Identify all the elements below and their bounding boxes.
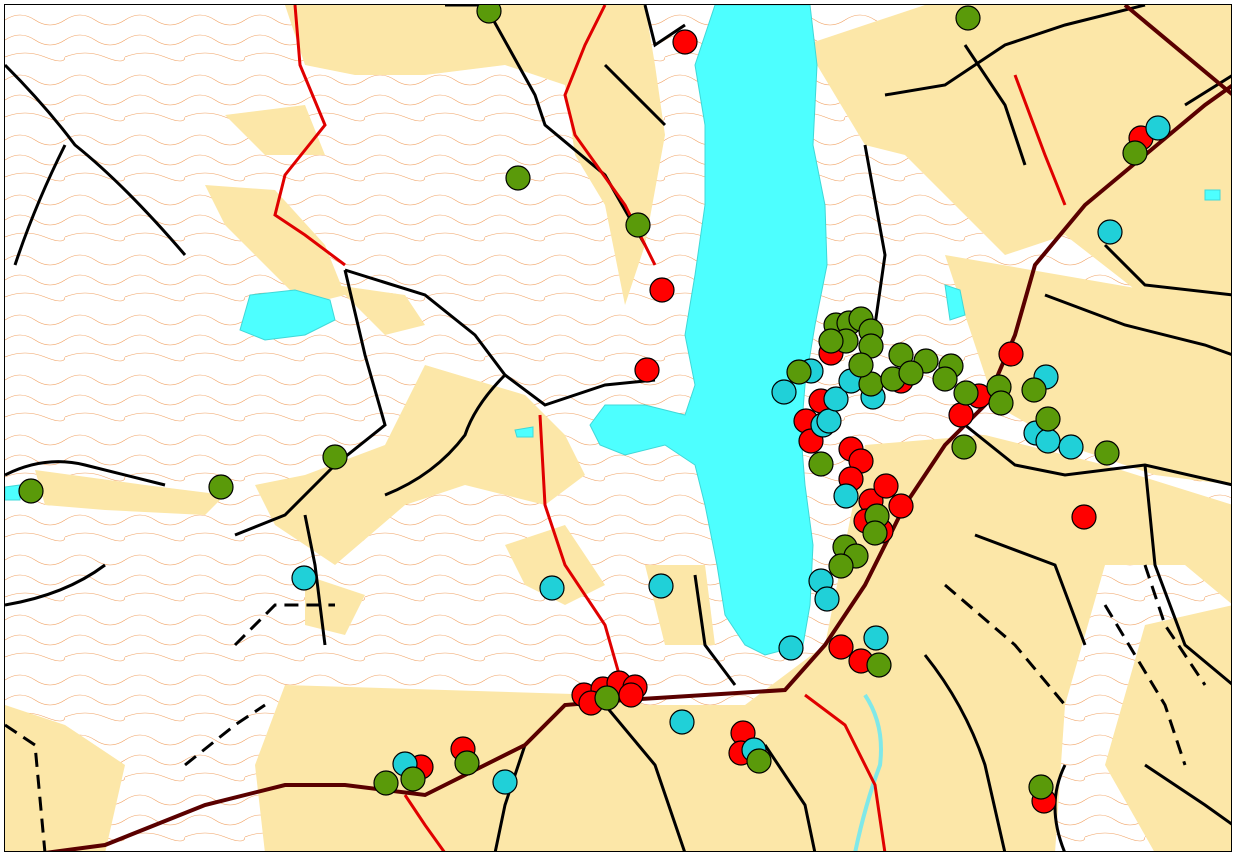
- red-site-marker[interactable]: [998, 341, 1024, 367]
- red-site-marker[interactable]: [634, 357, 660, 383]
- cyan-site-marker[interactable]: [539, 575, 565, 601]
- green-site-marker[interactable]: [476, 5, 502, 24]
- green-site-marker[interactable]: [862, 520, 888, 546]
- map-canvas[interactable]: [4, 4, 1232, 852]
- cyan-site-marker[interactable]: [771, 379, 797, 405]
- green-site-marker[interactable]: [1035, 406, 1061, 432]
- green-site-marker[interactable]: [808, 451, 834, 477]
- cyan-site-marker[interactable]: [863, 625, 889, 651]
- green-site-marker[interactable]: [505, 165, 531, 191]
- red-site-marker[interactable]: [1071, 504, 1097, 530]
- cyan-site-marker[interactable]: [1058, 434, 1084, 460]
- pond: [5, 484, 21, 501]
- green-site-marker[interactable]: [322, 444, 348, 470]
- green-site-marker[interactable]: [898, 360, 924, 386]
- red-site-marker[interactable]: [948, 402, 974, 428]
- green-site-marker[interactable]: [932, 366, 958, 392]
- green-site-marker[interactable]: [1122, 140, 1148, 166]
- topographic-map[interactable]: [5, 5, 1232, 852]
- cyan-site-marker[interactable]: [1145, 115, 1171, 141]
- green-site-marker[interactable]: [955, 5, 981, 31]
- red-site-marker[interactable]: [888, 493, 914, 519]
- green-site-marker[interactable]: [18, 478, 44, 504]
- red-site-marker[interactable]: [672, 29, 698, 55]
- green-site-marker[interactable]: [828, 553, 854, 579]
- red-site-marker[interactable]: [873, 473, 899, 499]
- green-site-marker[interactable]: [1021, 377, 1047, 403]
- green-site-marker[interactable]: [1094, 440, 1120, 466]
- green-site-marker[interactable]: [594, 685, 620, 711]
- cyan-site-marker[interactable]: [816, 408, 842, 434]
- cyan-site-marker[interactable]: [669, 709, 695, 735]
- green-site-marker[interactable]: [454, 750, 480, 776]
- green-site-marker[interactable]: [625, 212, 651, 238]
- green-site-marker[interactable]: [848, 352, 874, 378]
- red-site-marker[interactable]: [828, 634, 854, 660]
- cyan-site-marker[interactable]: [291, 565, 317, 591]
- green-site-marker[interactable]: [208, 474, 234, 500]
- cyan-site-marker[interactable]: [492, 769, 518, 795]
- green-site-marker[interactable]: [400, 766, 426, 792]
- cyan-site-marker[interactable]: [648, 573, 674, 599]
- green-site-marker[interactable]: [866, 652, 892, 678]
- green-site-marker[interactable]: [373, 770, 399, 796]
- green-site-marker[interactable]: [818, 328, 844, 354]
- green-site-marker[interactable]: [951, 434, 977, 460]
- green-site-marker[interactable]: [1028, 774, 1054, 800]
- green-site-marker[interactable]: [988, 390, 1014, 416]
- pond: [1204, 189, 1221, 201]
- cyan-site-marker[interactable]: [833, 483, 859, 509]
- cyan-site-marker[interactable]: [778, 635, 804, 661]
- red-site-marker[interactable]: [618, 682, 644, 708]
- green-site-marker[interactable]: [786, 359, 812, 385]
- cyan-site-marker[interactable]: [1035, 428, 1061, 454]
- cyan-site-marker[interactable]: [814, 586, 840, 612]
- cyan-site-marker[interactable]: [1097, 219, 1123, 245]
- green-site-marker[interactable]: [746, 748, 772, 774]
- red-site-marker[interactable]: [649, 277, 675, 303]
- green-site-marker[interactable]: [953, 380, 979, 406]
